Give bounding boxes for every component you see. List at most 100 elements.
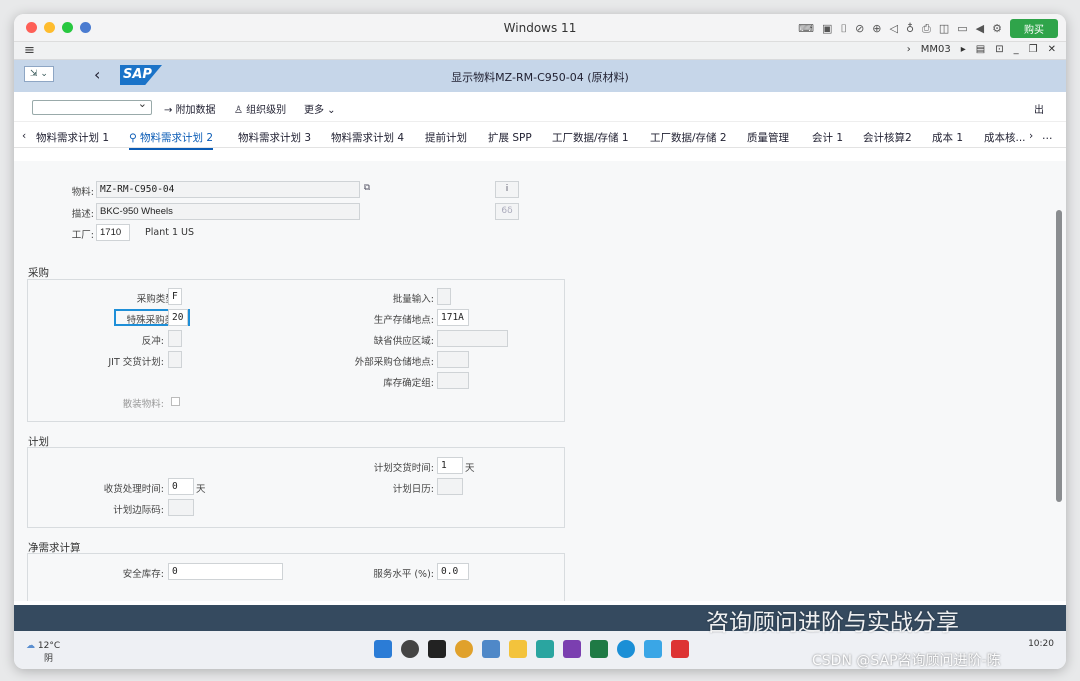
chevron-right-icon[interactable]: › bbox=[907, 44, 911, 55]
org-levels-label: 组织级别 bbox=[246, 105, 287, 116]
tab-mrp4[interactable]: 物料需求计划 4 bbox=[331, 130, 404, 145]
tab-mrp3[interactable]: 物料需求计划 3 bbox=[238, 130, 311, 145]
hamburger-icon[interactable]: ≡ bbox=[24, 43, 35, 58]
backflush-field[interactable] bbox=[168, 330, 182, 347]
copy-icon[interactable]: ⧉ bbox=[360, 181, 374, 198]
restore-icon[interactable]: ❐ bbox=[1029, 44, 1038, 55]
mic-icon[interactable]: ♁ bbox=[906, 22, 914, 35]
keyboard-icon[interactable]: ⌨ bbox=[798, 22, 814, 35]
description-field[interactable]: BKC-950 Wheels bbox=[96, 203, 360, 220]
usb-icon[interactable]: ⌷ bbox=[840, 22, 847, 36]
vertical-scrollbar[interactable] bbox=[1056, 194, 1062, 544]
tab-accounting-1[interactable]: 会计 1 bbox=[812, 130, 843, 145]
more-label: 更多 bbox=[304, 105, 324, 116]
window-titlebar: Windows 11 ⌨ ▣ ⌷ ⊘ ⊕ ◁ ♁ ⎙ ◫ ▭ ◀ ⚙ 购买 bbox=[14, 14, 1066, 42]
bulk-checkbox[interactable] bbox=[171, 397, 180, 406]
calendar-field[interactable] bbox=[437, 478, 463, 495]
additional-data-button[interactable]: → 附加数据 bbox=[164, 101, 216, 116]
page-title: 显示物料MZ-RM-C950-04 (原材料) bbox=[451, 71, 629, 84]
minimize-dot[interactable] bbox=[44, 22, 55, 33]
extra-dot[interactable] bbox=[80, 22, 91, 33]
zoom-dot[interactable] bbox=[62, 22, 73, 33]
app-search-icon[interactable] bbox=[644, 640, 662, 658]
play-icon[interactable]: ▸ bbox=[961, 44, 966, 55]
scrollbar-thumb[interactable] bbox=[1056, 210, 1062, 502]
app-icon[interactable] bbox=[536, 640, 554, 658]
tab-plant-data-2[interactable]: 工厂数据/存储 2 bbox=[650, 130, 727, 145]
lock-icon[interactable]: ⊡ bbox=[995, 44, 1003, 55]
edge-icon[interactable] bbox=[617, 640, 635, 658]
explorer-icon[interactable] bbox=[509, 640, 527, 658]
material-field[interactable]: MZ-RM-C950-04 bbox=[96, 181, 360, 198]
network-icon[interactable]: ⊘ bbox=[855, 22, 864, 35]
tab-spp[interactable]: 扩展 SPP bbox=[488, 130, 532, 145]
minimize-icon[interactable]: _ bbox=[1014, 44, 1019, 55]
taskview-icon[interactable] bbox=[428, 640, 446, 658]
tab-costing-more[interactable]: 成本核... bbox=[984, 130, 1026, 145]
plant-field[interactable]: 1710 bbox=[96, 224, 130, 241]
search-icon[interactable] bbox=[401, 640, 419, 658]
gr-time-unit: 天 bbox=[196, 484, 206, 495]
gear-icon[interactable]: ⚙ bbox=[992, 22, 1002, 35]
tab-mrp2[interactable]: ⚲ 物料需求计划 2 bbox=[129, 130, 214, 150]
tab-overflow-icon[interactable]: … bbox=[1042, 130, 1053, 142]
windows-start-icon[interactable] bbox=[374, 640, 392, 658]
excel-icon[interactable] bbox=[590, 640, 608, 658]
chrome-icon[interactable] bbox=[455, 640, 473, 658]
link-icon[interactable]: 6δ bbox=[495, 203, 519, 220]
safety-field[interactable]: 0 bbox=[168, 563, 283, 580]
description-label: 描述: bbox=[71, 209, 94, 220]
calendar-label: 计划日历: bbox=[392, 484, 434, 495]
info-icon[interactable]: i bbox=[495, 181, 519, 198]
margin-field[interactable] bbox=[168, 499, 194, 516]
proc-type-field[interactable]: F bbox=[168, 288, 182, 305]
batch-entry-field[interactable] bbox=[437, 288, 451, 305]
taskbar-clock[interactable]: 10:20 bbox=[1028, 639, 1054, 649]
tab-forecast[interactable]: 提前计划 bbox=[425, 130, 467, 145]
backflush-label: 反冲: bbox=[141, 336, 164, 347]
prod-storage-field[interactable]: 171A bbox=[437, 309, 469, 326]
tcode-label: MM03 bbox=[920, 44, 951, 55]
stock-det-field[interactable] bbox=[437, 372, 469, 389]
camera-icon[interactable]: ◫ bbox=[939, 22, 949, 35]
buy-button[interactable]: 购买 bbox=[1010, 19, 1058, 38]
exit-button[interactable]: 出 bbox=[1034, 101, 1044, 116]
gr-time-field[interactable]: 0 bbox=[168, 478, 194, 495]
more-button[interactable]: 更多 ⌄ bbox=[304, 101, 336, 116]
stock-det-label: 库存确定组: bbox=[383, 378, 434, 389]
weather-widget[interactable]: ☁ 12°C 阴 bbox=[26, 641, 60, 664]
toolbar-select[interactable] bbox=[32, 97, 152, 115]
default-supply-field[interactable] bbox=[437, 330, 508, 347]
onenote-icon[interactable] bbox=[563, 640, 581, 658]
tab-scroll-right-icon[interactable]: › bbox=[1029, 130, 1033, 142]
tab-quality[interactable]: 质量管理 bbox=[747, 130, 789, 145]
menubar-right: › MM03 ▸ ▤ ⊡ _ ❐ ✕ bbox=[907, 44, 1056, 55]
titlebar-icons: ⌨ ▣ ⌷ ⊘ ⊕ ◁ ♁ ⎙ ◫ ▭ ◀ ⚙ 购买 bbox=[798, 19, 1058, 38]
special-proc-field[interactable]: 20 bbox=[168, 309, 188, 326]
org-levels-button[interactable]: ♙ 组织级别 bbox=[234, 101, 286, 116]
tab-costing-2[interactable]: 会计核算2 bbox=[863, 130, 912, 145]
service-field[interactable]: 0.0 bbox=[437, 563, 469, 580]
tab-costing-1[interactable]: 成本 1 bbox=[932, 130, 963, 145]
tab-plant-data-1[interactable]: 工厂数据/存储 1 bbox=[552, 130, 629, 145]
app-window: Windows 11 ⌨ ▣ ⌷ ⊘ ⊕ ◁ ♁ ⎙ ◫ ▭ ◀ ⚙ 购买 ≡ … bbox=[14, 14, 1066, 669]
sap-app-icon[interactable] bbox=[482, 640, 500, 658]
display-icon[interactable]: ▭ bbox=[957, 22, 967, 35]
back-arrow-icon[interactable]: ◀ bbox=[976, 22, 984, 35]
cpu-icon[interactable]: ▣ bbox=[822, 22, 832, 35]
close-dot[interactable] bbox=[26, 22, 37, 33]
gr-time-label: 收货处理时间: bbox=[103, 484, 164, 495]
tab-scroll-left-icon[interactable]: ‹ bbox=[22, 130, 26, 142]
ext-storage-field[interactable] bbox=[437, 351, 469, 368]
jit-field[interactable] bbox=[168, 351, 182, 368]
section-purchasing: 采购 bbox=[28, 267, 49, 279]
sap-shellbar: ⇲ ⌄ ‹ SAP 显示物料MZ-RM-C950-04 (原材料) bbox=[14, 60, 1066, 92]
wps-icon[interactable] bbox=[671, 640, 689, 658]
printer-icon[interactable]: ⎙ bbox=[922, 22, 931, 36]
tab-mrp1[interactable]: 物料需求计划 1 bbox=[36, 130, 109, 145]
globe-icon[interactable]: ⊕ bbox=[872, 22, 881, 35]
plan-deliv-field[interactable]: 1 bbox=[437, 457, 463, 474]
close-icon[interactable]: ✕ bbox=[1048, 44, 1056, 55]
speaker-icon[interactable]: ◁ bbox=[890, 22, 898, 35]
layout-icon[interactable]: ▤ bbox=[976, 44, 985, 55]
